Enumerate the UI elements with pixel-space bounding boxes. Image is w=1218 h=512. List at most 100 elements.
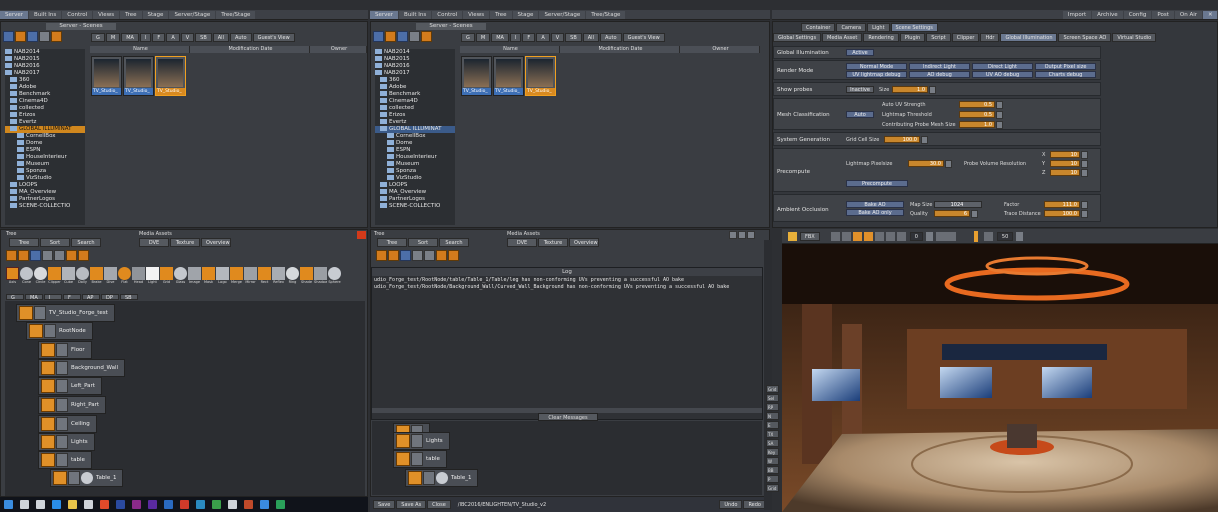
scene-tree-node[interactable]: RootNode bbox=[26, 322, 93, 340]
app-icon[interactable] bbox=[228, 500, 237, 509]
map-size-dropdown[interactable]: 1024 bbox=[934, 201, 982, 208]
probes-toggle[interactable]: Inactive bbox=[846, 86, 874, 93]
tree-tab-ap[interactable]: AP bbox=[82, 294, 100, 301]
subtab-plugin[interactable]: Plugin bbox=[899, 33, 926, 42]
subtab-media-asset[interactable]: Media Asset bbox=[822, 33, 863, 42]
app-icon[interactable] bbox=[260, 500, 269, 509]
tab-container[interactable]: Container bbox=[801, 23, 836, 32]
plugin-item[interactable]: Image bbox=[188, 267, 201, 284]
plugin-item[interactable]: Grid bbox=[160, 267, 173, 284]
quality-field[interactable]: 6 bbox=[934, 210, 970, 217]
timeline-end-icon[interactable] bbox=[983, 231, 993, 241]
sort-button[interactable]: Sort bbox=[40, 238, 70, 247]
col-name[interactable]: Name bbox=[90, 46, 190, 53]
menu-config[interactable]: Config bbox=[1123, 10, 1152, 19]
probe-mesh-spinner-icon[interactable] bbox=[996, 121, 1003, 129]
grid-cell-field[interactable]: 100.0 bbox=[884, 136, 920, 143]
keyframe-icon[interactable] bbox=[935, 231, 956, 241]
app-icon[interactable] bbox=[116, 500, 125, 509]
menu-tab-tree-stage[interactable]: Tree/Stage bbox=[586, 10, 626, 19]
render-output-pixel-size[interactable]: Output Pixel size bbox=[1035, 63, 1096, 70]
bake-ao-button[interactable]: Bake AO bbox=[846, 201, 904, 208]
chrome-icon[interactable] bbox=[100, 500, 109, 509]
redo-button[interactable]: Redo bbox=[743, 500, 766, 509]
probe-z-field[interactable]: 10 bbox=[1050, 169, 1080, 176]
scene-tree-node[interactable]: Ceiling bbox=[38, 415, 97, 433]
overview-button[interactable]: Overview bbox=[201, 238, 231, 247]
tree-item[interactable]: MA_Overview bbox=[375, 189, 455, 196]
server-view-icon[interactable] bbox=[3, 31, 14, 42]
menu-tab-control[interactable]: Control bbox=[62, 10, 93, 19]
tree-tool-icon[interactable] bbox=[6, 250, 17, 261]
plugin-item[interactable]: Flat bbox=[118, 267, 131, 284]
scene-thumb[interactable]: TV_Studio_ bbox=[461, 56, 492, 96]
sort-button[interactable]: Sort bbox=[408, 238, 438, 247]
plugin-item[interactable]: Light bbox=[146, 267, 159, 284]
play-icon[interactable] bbox=[852, 231, 862, 241]
pixelsize-spinner-icon[interactable] bbox=[945, 160, 952, 168]
subtab-hdr[interactable]: Hdr bbox=[980, 33, 1000, 42]
step-forward-icon[interactable] bbox=[874, 231, 884, 241]
tree-item[interactable]: SCENE-COLLECTIO bbox=[5, 203, 85, 210]
menu-tab-views[interactable]: Views bbox=[463, 10, 490, 19]
scene-tree-node[interactable]: table bbox=[393, 450, 447, 468]
tree-item[interactable]: Sponza bbox=[5, 168, 85, 175]
render-ao-debug[interactable]: AO debug bbox=[909, 71, 970, 78]
subtab-virtual-studio[interactable]: Virtual Studio bbox=[1112, 33, 1157, 42]
tree-tab-f[interactable]: F bbox=[63, 294, 81, 301]
pixelsize-field[interactable]: 30.0 bbox=[908, 160, 944, 167]
tree-tool-icon[interactable] bbox=[54, 250, 65, 261]
tree-item[interactable]: NAB2016 bbox=[5, 63, 85, 70]
plugin-item[interactable]: Sphere bbox=[328, 267, 341, 284]
tree-item[interactable]: NAB2016 bbox=[375, 63, 455, 70]
filter-all[interactable]: All bbox=[582, 33, 599, 42]
col-owner[interactable]: Owner bbox=[310, 46, 367, 53]
plugin-item[interactable]: Logo bbox=[216, 267, 229, 284]
filter-v[interactable]: V bbox=[550, 33, 565, 42]
scene-tree-node[interactable]: TV_Studio_Forge_test bbox=[16, 304, 115, 322]
tree-item[interactable]: Benchmark bbox=[375, 91, 455, 98]
subtab-global-illumination[interactable]: Global Illumination bbox=[1000, 33, 1058, 42]
tree-item[interactable]: Dome bbox=[5, 140, 85, 147]
trace-distance-spinner-icon[interactable] bbox=[1081, 210, 1088, 218]
clear-messages-button[interactable]: Clear Messages bbox=[538, 413, 598, 421]
scene-tree-node[interactable]: Left_Part bbox=[38, 377, 102, 395]
tree-button[interactable]: Tree bbox=[377, 238, 407, 247]
mesh-auto-button[interactable]: Auto bbox=[846, 111, 874, 118]
tree-item[interactable]: SCENE-COLLECTIO bbox=[375, 203, 455, 210]
size-spinner-icon[interactable] bbox=[929, 86, 936, 94]
menu-archive[interactable]: Archive bbox=[1092, 10, 1123, 19]
tree-item[interactable]: NAB2017 bbox=[5, 70, 85, 77]
tree-tab-dp[interactable]: DP bbox=[101, 294, 119, 301]
tree-item[interactable]: CornellBox bbox=[375, 133, 455, 140]
filter-a[interactable]: A bbox=[166, 33, 180, 42]
tree-item[interactable]: Benchmark bbox=[5, 91, 85, 98]
close-icon[interactable]: ✕ bbox=[1203, 10, 1217, 19]
probe-y-field[interactable]: 10 bbox=[1050, 160, 1080, 167]
tree-item[interactable]: Cinema4D bbox=[375, 98, 455, 105]
close-button[interactable]: Close bbox=[427, 500, 451, 509]
tree-item[interactable]: NAB2014 bbox=[375, 49, 455, 56]
filter-sb[interactable]: SB bbox=[565, 33, 582, 42]
tree-item[interactable]: VizStudio bbox=[5, 175, 85, 182]
menu-tab-stage[interactable]: Stage bbox=[142, 10, 169, 19]
tree-tool-icon[interactable] bbox=[18, 250, 29, 261]
step-back-icon[interactable] bbox=[841, 231, 851, 241]
server-folder-icon[interactable] bbox=[15, 31, 26, 42]
save-as-button[interactable]: Save As bbox=[396, 500, 427, 509]
fbx-button[interactable]: FBX bbox=[800, 231, 820, 241]
lightmap-threshold-field[interactable]: 0.5 bbox=[959, 111, 995, 118]
filter-guest-view[interactable]: Guest's View bbox=[252, 33, 295, 42]
auto-uv-spinner-icon[interactable] bbox=[996, 101, 1003, 109]
plugin-item[interactable]: Glass bbox=[174, 267, 187, 284]
save-button[interactable]: Save bbox=[373, 500, 396, 509]
filter-sb[interactable]: SB bbox=[195, 33, 212, 42]
scene-thumb[interactable]: TV_Studio_ bbox=[123, 56, 154, 96]
tree-item[interactable]: HouseInterieur bbox=[375, 154, 455, 161]
filter-ma[interactable]: MA bbox=[491, 33, 509, 42]
tree-item[interactable]: HouseInterieur bbox=[5, 154, 85, 161]
filter-auto[interactable]: Auto bbox=[599, 33, 622, 42]
plugin-item[interactable]: Mirror bbox=[244, 267, 257, 284]
scene-thumb[interactable]: TV_Studio_ bbox=[493, 56, 524, 96]
tree-tool-icon[interactable] bbox=[66, 250, 77, 261]
